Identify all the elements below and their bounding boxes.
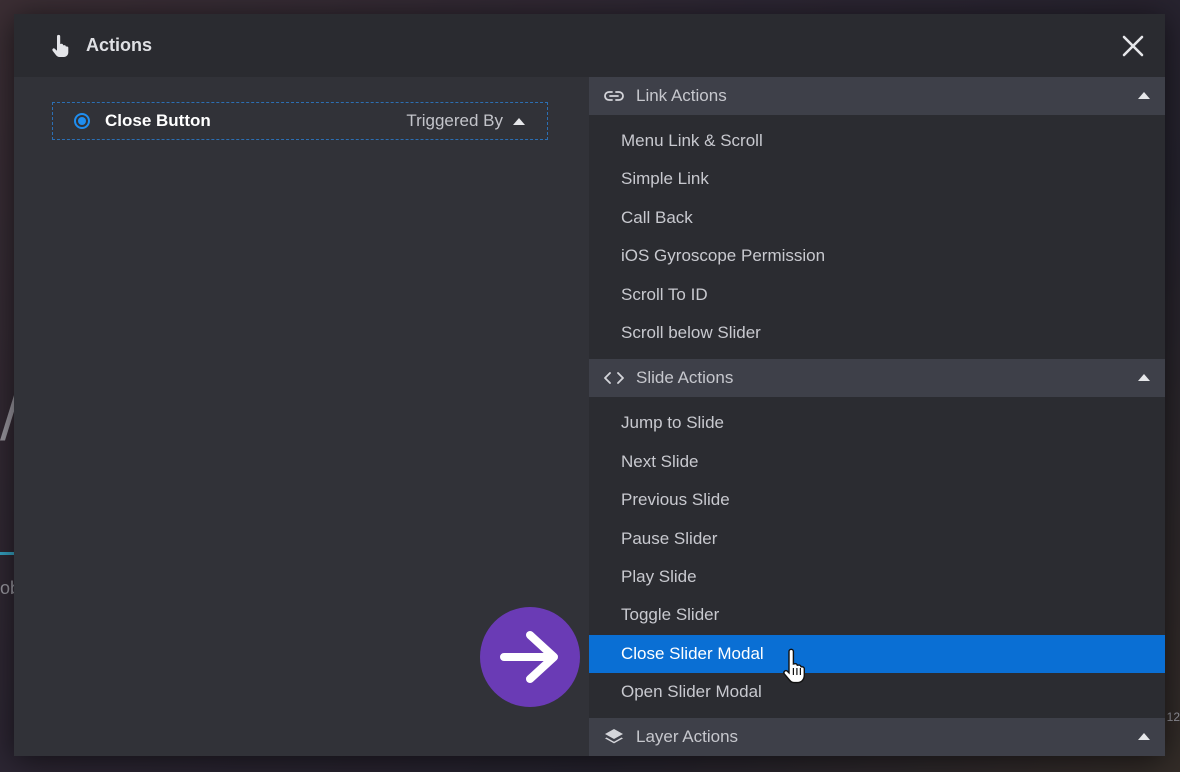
action-item[interactable]: Open Slider Modal <box>589 673 1165 711</box>
trigger-radio[interactable] <box>74 113 90 129</box>
group-title: Slide Actions <box>636 368 734 388</box>
code-icon <box>603 367 625 389</box>
action-item[interactable]: Pause Slider <box>589 520 1165 558</box>
hand-cursor-icon <box>783 648 806 684</box>
triggered-by-label: Triggered By <box>406 111 503 130</box>
action-item[interactable]: Menu Link & Scroll <box>589 122 1165 160</box>
action-item[interactable]: Jump to Slide <box>589 404 1165 442</box>
action-item[interactable]: Next Slide <box>589 443 1165 481</box>
action-item[interactable]: Scroll below Slider <box>589 314 1165 352</box>
action-item[interactable]: iOS Gyroscope Permission <box>589 237 1165 275</box>
caret-up-icon <box>513 117 525 125</box>
hand-pointer-icon <box>40 26 80 66</box>
trigger-name: Close Button <box>105 111 211 130</box>
caret-up-icon <box>1138 92 1150 99</box>
group-items-link-actions: Menu Link & Scroll Simple Link Call Back… <box>589 115 1165 359</box>
action-item-selected[interactable]: Close Slider Modal <box>589 634 1165 674</box>
group-items-slide-actions: Jump to Slide Next Slide Previous Slide … <box>589 397 1165 718</box>
group-header-layer-actions[interactable]: Layer Actions <box>589 718 1165 756</box>
group-header-slide-actions[interactable]: Slide Actions <box>589 359 1165 398</box>
close-button[interactable] <box>1117 30 1149 62</box>
actions-modal: Actions Close Button Triggered By Link A <box>14 14 1165 756</box>
action-item[interactable]: Previous Slide <box>589 481 1165 519</box>
group-header-link-actions[interactable]: Link Actions <box>589 77 1165 115</box>
background-accent-line <box>0 552 14 555</box>
background-text-fragment: 12 <box>1166 710 1180 724</box>
action-item[interactable]: Call Back <box>589 199 1165 237</box>
layers-icon <box>603 726 625 748</box>
triggered-by-toggle[interactable]: Triggered By <box>406 111 525 131</box>
arrow-right-icon <box>480 607 580 707</box>
trigger-row[interactable]: Close Button Triggered By <box>52 102 548 140</box>
action-item[interactable]: Toggle Slider <box>589 596 1165 634</box>
group-title: Link Actions <box>636 86 727 105</box>
link-icon <box>603 85 625 107</box>
close-icon <box>1122 35 1144 57</box>
modal-title: Actions <box>86 35 153 55</box>
caret-up-icon <box>1138 374 1150 382</box>
group-title: Layer Actions <box>636 727 739 747</box>
modal-header: Actions <box>14 14 1165 77</box>
caret-up-icon <box>1138 733 1150 741</box>
actions-list-pane: Link Actions Menu Link & Scroll Simple L… <box>589 77 1165 756</box>
action-item[interactable]: Simple Link <box>589 160 1165 198</box>
action-item[interactable]: Play Slide <box>589 558 1165 596</box>
action-item[interactable]: Scroll To ID <box>589 276 1165 314</box>
